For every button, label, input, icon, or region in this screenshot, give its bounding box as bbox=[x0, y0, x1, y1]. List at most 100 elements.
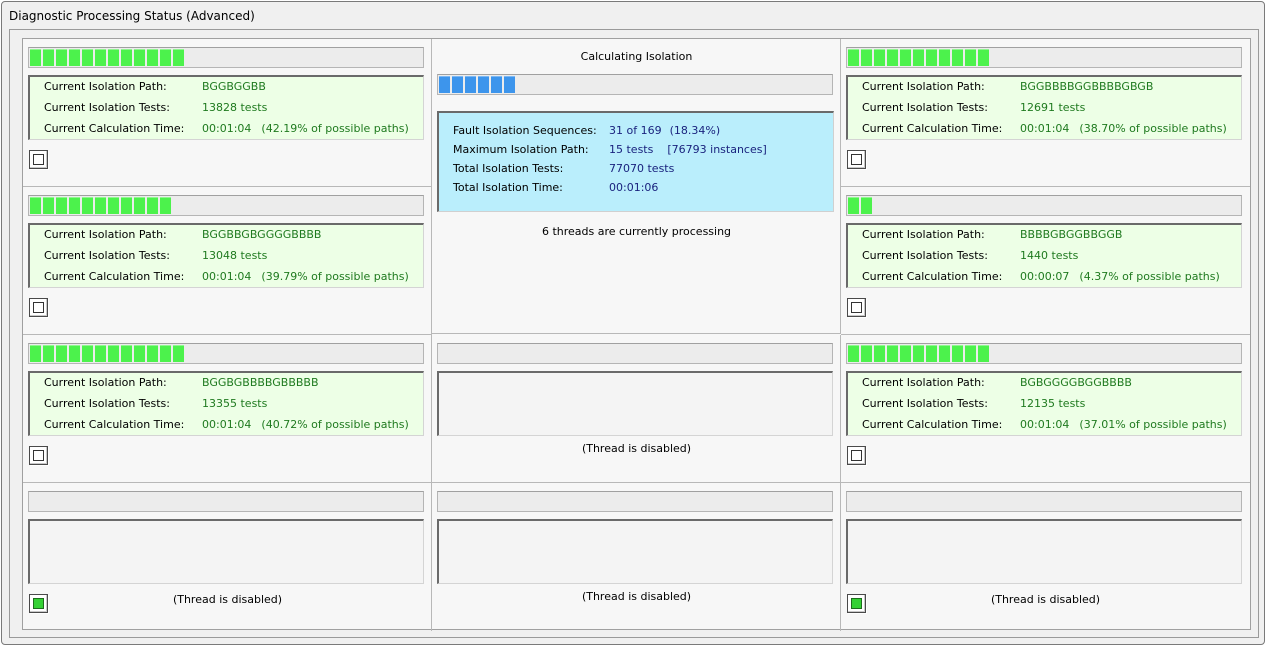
isolation-path-text: BGGBBBBGGBBBBGBGB bbox=[1020, 80, 1154, 93]
progress-segment bbox=[56, 197, 67, 214]
thread-enable-checkbox[interactable] bbox=[29, 446, 48, 465]
progress-segment bbox=[69, 345, 80, 362]
progress-segment bbox=[147, 197, 158, 214]
progress-segment bbox=[452, 76, 463, 93]
progress-segment bbox=[69, 197, 80, 214]
progress-segment bbox=[56, 49, 67, 66]
thread-info-box: Current Isolation Path: BGGBBGBGGGGBBBB Cu… bbox=[28, 223, 424, 288]
checkbox-box bbox=[851, 302, 862, 313]
isolation-path-value: BGGBGGBB bbox=[202, 80, 266, 93]
thread-disabled-label: (Thread is disabled) bbox=[172, 593, 283, 606]
thread-progress-bar bbox=[28, 47, 424, 68]
isolation-tests-label: Current Isolation Tests: bbox=[44, 249, 170, 262]
progress-segment bbox=[861, 49, 872, 66]
progress-segment bbox=[887, 345, 898, 362]
calculation-time-value: 00:01:04 (42.19% of possible paths) bbox=[202, 122, 409, 135]
thread-progress-bar bbox=[28, 343, 424, 364]
sequences-value: 31 of 169 (18.34%) bbox=[609, 124, 720, 137]
thread-info-box: Current Isolation Path: BGGBGBBBBGBBBBB Cu… bbox=[28, 371, 424, 436]
progress-segment bbox=[108, 49, 119, 66]
summary-info-box: Fault Isolation Sequences: 31 of 169 (18.… bbox=[437, 111, 834, 212]
dialog-window: Diagnostic Processing Status (Advanced) … bbox=[1, 1, 1265, 645]
thread-progress-fill bbox=[848, 345, 991, 362]
progress-segment bbox=[173, 345, 184, 362]
progress-segment bbox=[160, 49, 171, 66]
isolation-path-text: BGGBBGBGGGGBBBB bbox=[202, 228, 322, 241]
max-path-instances: [76793 instances] bbox=[667, 143, 767, 156]
thread-progress-fill bbox=[848, 197, 874, 214]
thread-panel-t1: Current Isolation Path: BGGBGGBB Current I… bbox=[23, 39, 432, 187]
progress-segment bbox=[82, 197, 93, 214]
thread-progress-bar bbox=[846, 491, 1242, 512]
thread-progress-fill bbox=[30, 49, 186, 66]
window-title: Diagnostic Processing Status (Advanced) bbox=[9, 9, 255, 23]
progress-segment bbox=[504, 76, 515, 93]
total-tests-value: 77070 tests bbox=[609, 162, 675, 175]
calculation-time-text: 00:01:04 bbox=[1020, 122, 1070, 135]
max-path-value: 15 tests [76793 instances] bbox=[609, 143, 767, 156]
thread-enable-checkbox[interactable] bbox=[847, 298, 866, 317]
isolation-path-text: BGGBGBBBBGBBBBB bbox=[202, 376, 319, 389]
checkbox-box bbox=[33, 154, 44, 165]
thread-progress-bar bbox=[28, 491, 424, 512]
possible-paths-pct: (4.37% of possible paths) bbox=[1079, 270, 1220, 283]
isolation-tests-label: Current Isolation Tests: bbox=[862, 101, 988, 114]
summary-heading: Calculating Isolation bbox=[580, 50, 693, 63]
progress-segment bbox=[134, 345, 145, 362]
thread-enable-checkbox[interactable] bbox=[29, 150, 48, 169]
thread-enable-checkbox[interactable] bbox=[847, 446, 866, 465]
progress-segment bbox=[848, 197, 859, 214]
progress-segment bbox=[848, 345, 859, 362]
progress-segment bbox=[160, 345, 171, 362]
total-time-value: 00:01:06 bbox=[609, 181, 659, 194]
thread-grid: Calculating Isolation Fault Isolation Se… bbox=[22, 38, 1251, 631]
progress-segment bbox=[95, 197, 106, 214]
thread-progress-bar bbox=[28, 195, 424, 216]
thread-panel-t4: (Thread is disabled) bbox=[23, 483, 432, 631]
sequences-pct: (18.34%) bbox=[669, 124, 721, 137]
calculation-time-label: Current Calculation Time: bbox=[862, 122, 1003, 135]
calculation-time-value: 00:01:04 (38.70% of possible paths) bbox=[1020, 122, 1227, 135]
calculation-time-text: 00:01:04 bbox=[1020, 418, 1070, 431]
progress-segment bbox=[95, 49, 106, 66]
progress-segment bbox=[147, 345, 158, 362]
isolation-path-text: BBBBGBGGBBGGB bbox=[1020, 228, 1123, 241]
progress-segment bbox=[978, 345, 989, 362]
thread-enable-checkbox[interactable] bbox=[29, 298, 48, 317]
isolation-tests-label: Current Isolation Tests: bbox=[862, 397, 988, 410]
thread-info-box bbox=[846, 519, 1242, 584]
calculation-time-label: Current Calculation Time: bbox=[862, 418, 1003, 431]
isolation-path-value: BBBBGBGGBBGGB bbox=[1020, 228, 1122, 241]
thread-enable-checkbox[interactable] bbox=[847, 150, 866, 169]
status-panel: Calculating Isolation Fault Isolation Se… bbox=[9, 29, 1259, 638]
thread-disabled-label: (Thread is disabled) bbox=[990, 593, 1101, 606]
max-path-label: Maximum Isolation Path: bbox=[453, 143, 589, 156]
isolation-tests-label: Current Isolation Tests: bbox=[44, 397, 170, 410]
overall-progress-fill bbox=[439, 76, 517, 93]
progress-segment bbox=[874, 345, 885, 362]
thread-info-box bbox=[28, 519, 424, 584]
calculation-time-text: 00:01:04 bbox=[202, 418, 252, 431]
thread-progress-bar bbox=[846, 47, 1242, 68]
progress-segment bbox=[939, 345, 950, 362]
threads-status: 6 threads are currently processing bbox=[541, 225, 732, 238]
progress-segment bbox=[848, 49, 859, 66]
progress-segment bbox=[913, 345, 924, 362]
calculation-time-label: Current Calculation Time: bbox=[44, 418, 185, 431]
progress-segment bbox=[861, 197, 872, 214]
thread-panel-t9: Current Isolation Path: BGBGGGGBGGBBBB Cur… bbox=[841, 335, 1250, 483]
isolation-tests-text: 1440 tests bbox=[1020, 249, 1079, 262]
possible-paths-pct: (38.70% of possible paths) bbox=[1079, 122, 1227, 135]
thread-progress-fill bbox=[30, 345, 186, 362]
progress-segment bbox=[30, 345, 41, 362]
progress-segment bbox=[465, 76, 476, 93]
isolation-tests-value: 1440 tests bbox=[1020, 249, 1078, 262]
isolation-path-label: Current Isolation Path: bbox=[862, 80, 985, 93]
possible-paths-pct: (39.79% of possible paths) bbox=[261, 270, 409, 283]
progress-segment bbox=[134, 49, 145, 66]
calculation-time-label: Current Calculation Time: bbox=[44, 122, 185, 135]
progress-segment bbox=[952, 345, 963, 362]
isolation-path-text: BGGBGGBB bbox=[202, 80, 266, 93]
calculation-time-value: 00:01:04 (40.72% of possible paths) bbox=[202, 418, 409, 431]
progress-segment bbox=[69, 49, 80, 66]
